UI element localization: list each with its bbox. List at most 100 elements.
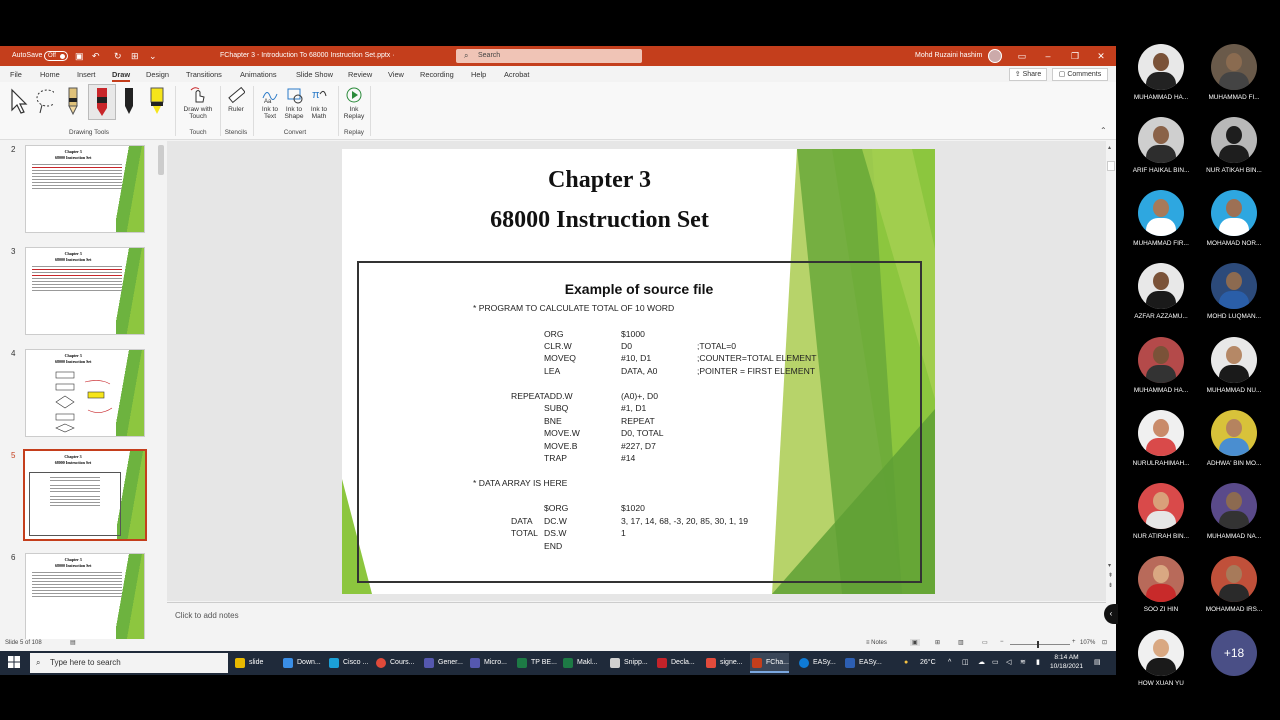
taskbar-app-easy68k[interactable]: EASy... (843, 653, 882, 673)
reading-view-icon[interactable]: ▥ (958, 639, 964, 646)
zoom-out-icon[interactable]: − (1000, 639, 1004, 645)
comments-button[interactable]: ▢ Comments (1052, 68, 1108, 81)
share-button[interactable]: ⇪ Share (1009, 68, 1047, 81)
save-icon[interactable]: ▣ (75, 46, 84, 66)
taskbar-app-excel-makl[interactable]: Makl... (561, 653, 598, 673)
ink-replay-button[interactable]: Ink Replay (342, 86, 366, 120)
scroll-down-icon[interactable]: ▾ (1108, 563, 1114, 569)
highlighter-icon[interactable] (148, 86, 168, 116)
tab-acrobat[interactable]: Acrobat (504, 70, 529, 79)
notifications-icon[interactable]: ▤ (1094, 651, 1101, 675)
participant-tile[interactable]: MOHAMAD NOR... (1194, 190, 1274, 247)
wifi-icon[interactable]: ≋ (1020, 651, 1026, 675)
vertical-scrollbar[interactable]: ▴ ▾ ⇞ ⇟ (1106, 141, 1116, 601)
scroll-thumb[interactable] (1107, 161, 1115, 171)
participant-tile[interactable]: MUHAMMAD FI... (1194, 44, 1274, 101)
zoom-slider-thumb[interactable] (1037, 641, 1039, 648)
customize-qat-icon[interactable]: ⌄ (149, 46, 157, 66)
ribbon-display-icon[interactable]: ▭ (1014, 46, 1030, 66)
taskbar-app-downloads[interactable]: Down... (281, 653, 321, 673)
collapse-panel-icon[interactable]: ‹ (1104, 604, 1118, 624)
notes-pane[interactable]: Click to add notes (167, 602, 1106, 638)
zoom-in-icon[interactable]: + (1072, 639, 1076, 645)
participant-tile[interactable]: MUHAMMAD FIR... (1121, 190, 1201, 247)
slide-thumbnail-4[interactable]: Chapter 3 68000 Instruction Set (25, 349, 145, 437)
participant-tile[interactable]: NURULRAHIMAH... (1121, 410, 1201, 467)
undo-icon[interactable]: ↶ (92, 46, 100, 66)
slide-thumbnail-5[interactable]: Chapter 3 68000 Instruction Set (23, 449, 147, 541)
normal-view-icon[interactable]: ▣ (910, 639, 920, 646)
tab-insert[interactable]: Insert (77, 70, 95, 79)
taskbar-app-edge-easy[interactable]: EASy... (797, 653, 836, 673)
tab-home[interactable]: Home (40, 70, 60, 79)
tab-review[interactable]: Review (348, 70, 372, 79)
more-participants-tile[interactable]: +18 (1194, 630, 1274, 676)
tab-draw[interactable]: Draw (112, 70, 131, 82)
participant-tile[interactable]: MUHAMMAD HA... (1121, 44, 1201, 101)
slide-thumbnail-3[interactable]: Chapter 3 68000 Instruction Set (25, 247, 145, 335)
taskbar-app-cisco[interactable]: Cisco ... (327, 653, 368, 673)
participant-tile[interactable]: NUR ATIRAH BIN... (1121, 483, 1201, 540)
select-tool-icon[interactable] (8, 86, 28, 116)
user-avatar[interactable] (988, 49, 1002, 63)
zoom-level[interactable]: 107% (1080, 640, 1095, 646)
collapse-ribbon-icon[interactable]: ⌃ (1100, 126, 1107, 135)
participant-tile[interactable]: MUHAMMAD NU... (1194, 337, 1274, 394)
black-pen-icon[interactable] (122, 86, 142, 116)
participant-tile[interactable]: MOHAMMAD IRS... (1194, 556, 1274, 613)
tab-recording[interactable]: Recording (420, 70, 454, 79)
participant-tile[interactable]: MUHAMMAD NA... (1194, 483, 1274, 540)
ink-to-shape-button[interactable]: Ink to Shape (282, 86, 306, 120)
ruler-button[interactable]: Ruler (224, 86, 248, 113)
autosave-toggle[interactable]: Off (44, 51, 68, 61)
present-icon[interactable]: ⊞ (131, 46, 139, 66)
close-icon[interactable]: ✕ (1093, 46, 1109, 66)
tab-slide-show[interactable]: Slide Show (296, 70, 333, 79)
taskbar-app-chrome[interactable]: Cours... (374, 653, 415, 673)
weather-temperature[interactable]: 26°C (920, 651, 936, 675)
tab-help[interactable]: Help (471, 70, 486, 79)
tab-view[interactable]: View (388, 70, 404, 79)
tab-design[interactable]: Design (146, 70, 169, 79)
taskbar-app-powerpoint[interactable]: FCha... (750, 653, 789, 673)
participant-tile[interactable]: ADHWA' BIN MO... (1194, 410, 1274, 467)
network-icon[interactable]: ◫ (962, 651, 969, 675)
taskbar-app-excel-tp[interactable]: TP BE... (515, 653, 557, 673)
search-box[interactable]: ⌕ Search (456, 49, 642, 63)
red-pen-tool[interactable] (88, 84, 116, 120)
clock[interactable]: 8:14 AM 10/18/2021 (1050, 653, 1083, 671)
lasso-select-icon[interactable] (34, 86, 54, 116)
participant-tile[interactable]: AZFAR AZZAMU... (1121, 263, 1201, 320)
taskbar-search-box[interactable]: ⌕ Type here to search (30, 653, 228, 673)
ink-to-math-button[interactable]: π Ink to Math (306, 86, 332, 120)
participant-tile[interactable]: MOHD LUQMAN... (1194, 263, 1274, 320)
minimize-icon[interactable]: – (1040, 46, 1056, 66)
zoom-slider[interactable] (1010, 641, 1070, 648)
monitor-icon[interactable]: ▭ (992, 651, 999, 675)
tab-transitions[interactable]: Transitions (186, 70, 222, 79)
slideshow-icon[interactable]: ▭ (982, 639, 988, 646)
maximize-icon[interactable]: ❐ (1067, 46, 1083, 66)
participant-tile[interactable]: SOO ZI HIN (1121, 556, 1201, 613)
taskbar-app-teams-micro[interactable]: Micro... (468, 653, 507, 673)
taskbar-app-declaration[interactable]: Decla... (655, 653, 695, 673)
draw-with-touch-button[interactable]: Draw with Touch (178, 86, 218, 120)
next-slide-icon[interactable]: ⇟ (1108, 583, 1114, 589)
notes-button[interactable]: ≡ Notes (866, 640, 887, 646)
slide-thumbnail-6[interactable]: Chapter 3 68000 Instruction Set (25, 553, 145, 641)
pencil-tool-icon[interactable] (66, 86, 86, 116)
tab-file[interactable]: File (10, 70, 22, 79)
thumbnail-scrollbar[interactable] (158, 145, 164, 175)
mic-icon[interactable]: ▮ (1036, 651, 1040, 675)
participant-tile[interactable]: NUR ATIKAH BIN... (1194, 117, 1274, 174)
onedrive-icon[interactable]: ☁ (978, 651, 985, 675)
windows-start-icon[interactable] (8, 656, 20, 668)
accessibility-icon[interactable]: ▤ (70, 639, 76, 646)
participant-tile[interactable]: HOW XUAN YU (1121, 630, 1201, 687)
participant-tile[interactable]: MUHAMMAD HA... (1121, 337, 1201, 394)
ink-to-text-button[interactable]: Aa Ink to Text (258, 86, 282, 120)
fit-slide-icon[interactable]: ⊡ (1102, 639, 1107, 646)
previous-slide-icon[interactable]: ⇞ (1108, 573, 1114, 579)
taskbar-app-signed[interactable]: signe... (704, 653, 743, 673)
slide-sorter-icon[interactable]: ⊞ (935, 639, 940, 646)
